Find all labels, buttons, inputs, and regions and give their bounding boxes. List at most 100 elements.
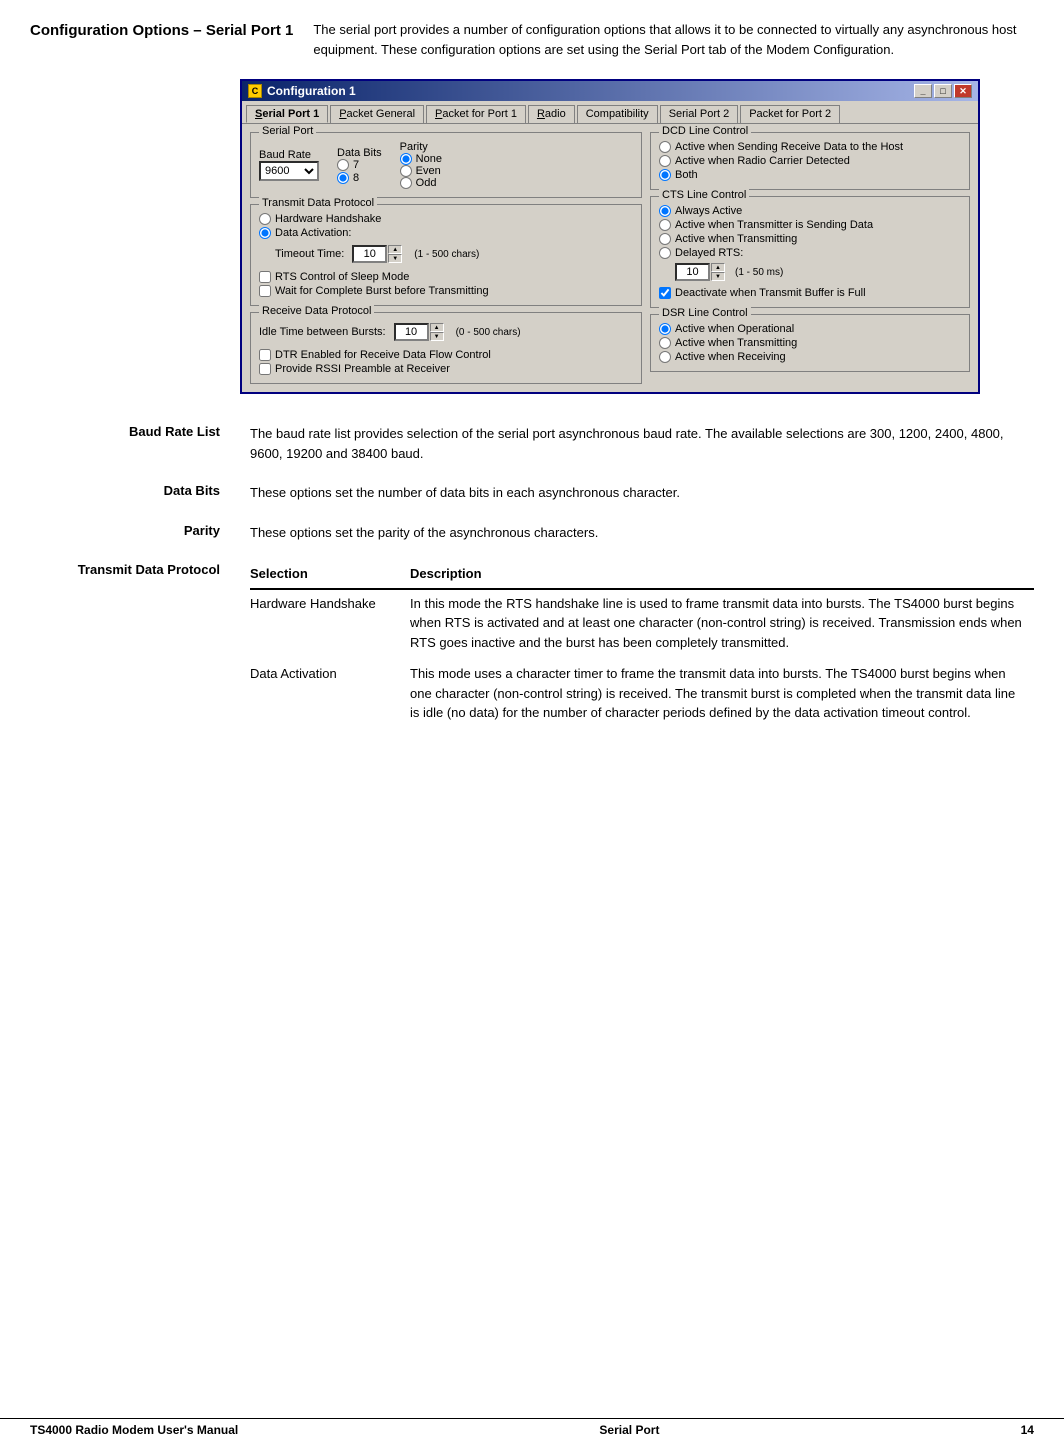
data-activation-radio[interactable] <box>259 227 271 239</box>
main-content-header: Configuration Options – Serial Port 1 Th… <box>30 20 1034 59</box>
idle-spin-down[interactable]: ▼ <box>430 332 444 341</box>
baud-rate-section: Baud Rate 9600 300 1200 2400 4800 19200 … <box>259 149 319 181</box>
dcd-radio-carrier-radio[interactable] <box>659 155 671 167</box>
receive-protocol-title: Receive Data Protocol <box>259 305 374 317</box>
protocol-table: Selection Description Hardware Handshake… <box>250 562 1034 731</box>
data-bits-8-radio[interactable] <box>337 172 349 184</box>
dcd-send-receive-radio[interactable] <box>659 141 671 153</box>
page-footer: TS4000 Radio Modem User's Manual Serial … <box>0 1418 1064 1441</box>
dcd-both: Both <box>659 169 961 181</box>
deactivate-checkbox[interactable] <box>659 287 671 299</box>
wait-burst-option: Wait for Complete Burst before Transmitt… <box>259 285 633 297</box>
dsr-operational-radio[interactable] <box>659 323 671 335</box>
parity-even: Even <box>400 165 442 177</box>
dsr-operational-label: Active when Operational <box>675 323 794 335</box>
tab-serial-port-2[interactable]: Serial Port 2 <box>660 105 739 123</box>
dtr-enabled-label: DTR Enabled for Receive Data Flow Contro… <box>275 349 491 361</box>
rts-sleep-label: RTS Control of Sleep Mode <box>275 271 409 283</box>
tab-packet-port-1[interactable]: Packet for Port 1 <box>426 105 526 123</box>
transmit-data-protocol-group: Transmit Data Protocol Hardware Handshak… <box>250 204 642 306</box>
wait-burst-label: Wait for Complete Burst before Transmitt… <box>275 285 489 297</box>
data-bits-8-label: 8 <box>353 172 359 184</box>
parity-odd-radio[interactable] <box>400 177 412 189</box>
timeout-spin-up[interactable]: ▲ <box>388 245 402 254</box>
data-activation-option: Data Activation: <box>259 227 633 239</box>
tab-radio[interactable]: Radio <box>528 105 575 123</box>
delayed-rts-hint: (1 - 50 ms) <box>735 267 783 278</box>
serial-port-group: Serial Port Baud Rate 9600 300 1200 2400 <box>250 132 642 198</box>
page-title: Configuration Options – Serial Port 1 <box>30 20 293 59</box>
hardware-handshake-option: Hardware Handshake <box>259 213 633 225</box>
data-bits-group: 7 8 <box>337 159 382 184</box>
cts-always-active-label: Always Active <box>675 205 742 217</box>
dsr-receiving: Active when Receiving <box>659 351 961 363</box>
data-activation-description: This mode uses a character timer to fram… <box>410 660 1034 731</box>
timeout-value-input[interactable] <box>352 245 387 263</box>
idle-spin-up[interactable]: ▲ <box>430 323 444 332</box>
titlebar-left: C Configuration 1 <box>248 84 356 98</box>
serial-port-row: Baud Rate 9600 300 1200 2400 4800 19200 … <box>259 141 633 189</box>
tab-packet-port-2[interactable]: Packet for Port 2 <box>740 105 840 123</box>
rts-sleep-checkbox[interactable] <box>259 271 271 283</box>
dsr-receiving-label: Active when Receiving <box>675 351 786 363</box>
provide-rssi-checkbox[interactable] <box>259 363 271 375</box>
maximize-button[interactable]: □ <box>934 84 952 98</box>
data-bits-8: 8 <box>337 172 382 184</box>
cts-delayed-rts-label: Delayed RTS: <box>675 247 743 259</box>
receive-checkboxes: DTR Enabled for Receive Data Flow Contro… <box>259 349 633 375</box>
cts-transmitting-radio[interactable] <box>659 233 671 245</box>
parity-section-label: Parity <box>30 523 230 543</box>
hardware-handshake-radio[interactable] <box>259 213 271 225</box>
dsr-receiving-radio[interactable] <box>659 351 671 363</box>
deactivate-row: Deactivate when Transmit Buffer is Full <box>659 287 961 299</box>
dialog-right-column: DCD Line Control Active when Sending Rec… <box>650 132 970 384</box>
dcd-both-label: Both <box>675 169 698 181</box>
dsr-title: DSR Line Control <box>659 307 751 319</box>
cts-delayed-rts-radio[interactable] <box>659 247 671 259</box>
cts-title: CTS Line Control <box>659 189 749 201</box>
dsr-line-control-group: DSR Line Control Active when Operational… <box>650 314 970 372</box>
parity-none-radio[interactable] <box>400 153 412 165</box>
timeout-spinner: ▲ ▼ <box>352 245 402 263</box>
data-bits-7-radio[interactable] <box>337 159 349 171</box>
timeout-spin-down[interactable]: ▼ <box>388 254 402 263</box>
transmit-protocol-section-row: Transmit Data Protocol Selection Descrip… <box>30 562 1034 731</box>
idle-time-input[interactable] <box>394 323 429 341</box>
tab-compatibility[interactable]: Compatibility <box>577 105 658 123</box>
footer-left-text: TS4000 Radio Modem User's Manual <box>30 1423 238 1437</box>
parity-section-row: Parity These options set the parity of t… <box>30 523 1034 543</box>
delayed-rts-spinner-buttons: ▲ ▼ <box>711 263 725 281</box>
transmit-protocol-section-content: Selection Description Hardware Handshake… <box>250 562 1034 731</box>
cts-always-active-radio[interactable] <box>659 205 671 217</box>
dcd-both-radio[interactable] <box>659 169 671 181</box>
idle-time-hint: (0 - 500 chars) <box>456 327 521 338</box>
delayed-rts-spin-up[interactable]: ▲ <box>711 263 725 272</box>
timeout-row: Timeout Time: ▲ ▼ (1 - 500 chars) <box>275 241 633 263</box>
parity-even-radio[interactable] <box>400 165 412 177</box>
delayed-rts-spinner: ▲ ▼ <box>675 263 725 281</box>
page-description: The serial port provides a number of con… <box>313 20 1034 59</box>
dsr-transmitting-radio[interactable] <box>659 337 671 349</box>
data-bits-section: Data Bits 7 8 <box>337 147 382 184</box>
cts-sending-data-label: Active when Transmitter is Sending Data <box>675 219 873 231</box>
dtr-enabled-checkbox[interactable] <box>259 349 271 361</box>
wait-burst-checkbox[interactable] <box>259 285 271 297</box>
rts-sleep-option: RTS Control of Sleep Mode <box>259 271 633 283</box>
baud-rate-select[interactable]: 9600 300 1200 2400 4800 19200 38400 <box>259 161 319 181</box>
bottom-sections: Baud Rate List The baud rate list provid… <box>30 424 1034 731</box>
cts-sending-data-radio[interactable] <box>659 219 671 231</box>
provide-rssi-option: Provide RSSI Preamble at Receiver <box>259 363 633 375</box>
configuration-dialog: C Configuration 1 _ □ ✕ Serial Port 1 Pa… <box>240 79 980 394</box>
delayed-rts-input[interactable] <box>675 263 710 281</box>
timeout-time-label: Timeout Time: <box>275 248 344 260</box>
parity-even-label: Even <box>416 165 441 177</box>
close-button[interactable]: ✕ <box>954 84 972 98</box>
minimize-button[interactable]: _ <box>914 84 932 98</box>
data-activation-selection: Data Activation <box>250 660 410 731</box>
cts-options: Always Active Active when Transmitter is… <box>659 205 961 299</box>
tab-packet-general[interactable]: Packet General <box>330 105 424 123</box>
tab-serial-port-1[interactable]: Serial Port 1 <box>246 105 328 123</box>
protocol-table-header: Selection Description <box>250 562 1034 589</box>
parity-section: Parity None Even <box>400 141 442 189</box>
delayed-rts-spin-down[interactable]: ▼ <box>711 272 725 281</box>
